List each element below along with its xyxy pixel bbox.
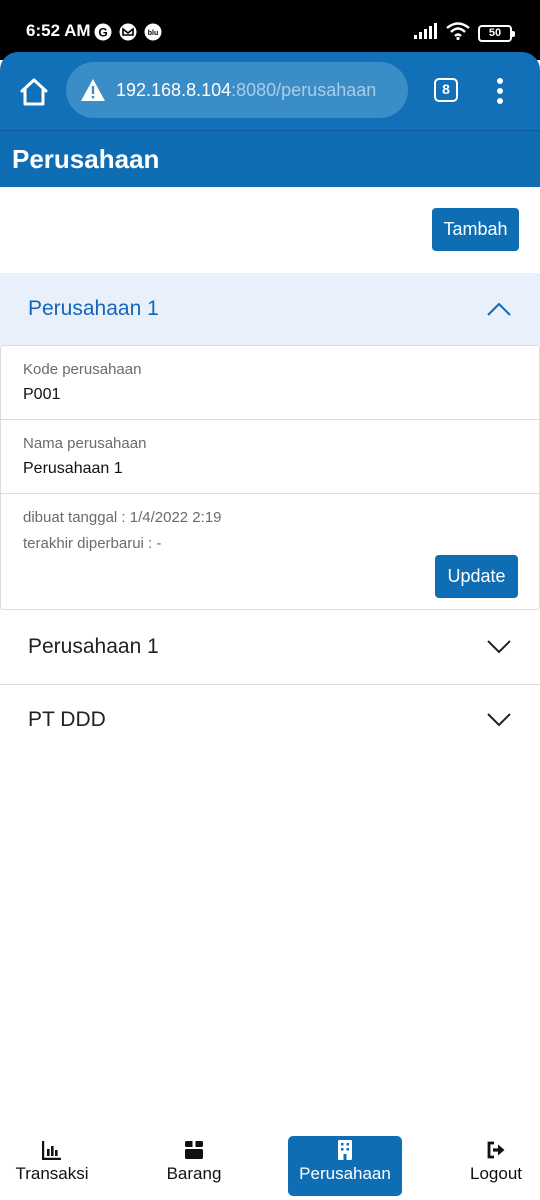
url-path: :8080/perusahaan (231, 79, 377, 100)
company-name-field: Nama perusahaan Perusahaan 1 (1, 420, 539, 494)
page-title: Perusahaan (12, 144, 160, 174)
svg-text:blu: blu (148, 30, 159, 37)
nav-item-perusahaan[interactable]: Perusahaan (288, 1136, 402, 1196)
nav-item-transaksi[interactable]: Transaksi (8, 1136, 96, 1196)
company-name-value: Perusahaan 1 (23, 460, 123, 477)
building-icon (335, 1140, 355, 1160)
blu-icon: blu (144, 23, 162, 41)
chevron-down-icon (486, 637, 512, 654)
overflow-menu-icon[interactable] (490, 76, 510, 106)
status-right-icons: 50 (414, 22, 515, 45)
gmail-icon (119, 23, 137, 41)
box-icon (184, 1140, 204, 1160)
url-bar[interactable]: 192.168.8.104:8080/perusahaan (66, 62, 408, 118)
status-bar: 6:52 AM G blu 50 (0, 0, 540, 60)
app-header: Perusahaan (0, 130, 540, 187)
tab-switcher-button[interactable]: 8 (434, 78, 458, 102)
nav-item-barang[interactable]: Barang (150, 1136, 238, 1196)
update-button[interactable]: Update (435, 555, 518, 598)
created-date: dibuat tanggal : 1/4/2022 2:19 (23, 509, 222, 526)
company-name-label: Nama perusahaan (23, 435, 147, 452)
home-icon[interactable] (16, 74, 52, 110)
company-code-value: P001 (23, 386, 61, 403)
company-code-field: Kode perusahaan P001 (1, 346, 539, 420)
nav-item-logout[interactable]: Logout (452, 1136, 540, 1196)
google-icon: G (94, 23, 112, 41)
updated-date: terakhir diperbarui : - (23, 535, 162, 552)
browser-toolbar: 192.168.8.104:8080/perusahaan 8 (0, 52, 540, 130)
company-accordion-header[interactable]: Perusahaan 1 (0, 273, 540, 345)
url-host: 192.168.8.104 (116, 79, 232, 100)
battery-icon: 50 (478, 25, 515, 42)
warning-icon[interactable] (80, 78, 106, 102)
bottom-navigation: Transaksi Barang Perusahaan Logout (0, 1128, 540, 1200)
wifi-icon (446, 22, 470, 45)
nav-label: Barang (166, 1164, 222, 1183)
add-company-button[interactable]: Tambah (432, 208, 519, 251)
company-name: PT DDD (28, 708, 106, 731)
company-accordion-header[interactable]: Perusahaan 1 (0, 611, 540, 683)
nav-label: Perusahaan (299, 1164, 391, 1183)
company-name: Perusahaan 1 (28, 635, 159, 658)
company-code-label: Kode perusahaan (23, 361, 142, 378)
company-name: Perusahaan 1 (28, 297, 159, 320)
svg-text:G: G (98, 26, 107, 40)
signal-icon (414, 23, 438, 44)
company-detail-panel: Kode perusahaan P001 Nama perusahaan Per… (0, 345, 540, 610)
company-accordion-header[interactable]: PT DDD (0, 684, 540, 756)
nav-label: Logout (470, 1164, 522, 1183)
status-time: 6:52 AM (26, 21, 91, 40)
phone-screen: 6:52 AM G blu 50 192.168.8.104:8080/per… (0, 0, 540, 1200)
logout-icon (486, 1140, 506, 1160)
chevron-down-icon (486, 710, 512, 727)
bar-chart-icon (41, 1140, 62, 1161)
nav-label: Transaksi (15, 1164, 89, 1183)
chevron-up-icon (486, 299, 512, 316)
